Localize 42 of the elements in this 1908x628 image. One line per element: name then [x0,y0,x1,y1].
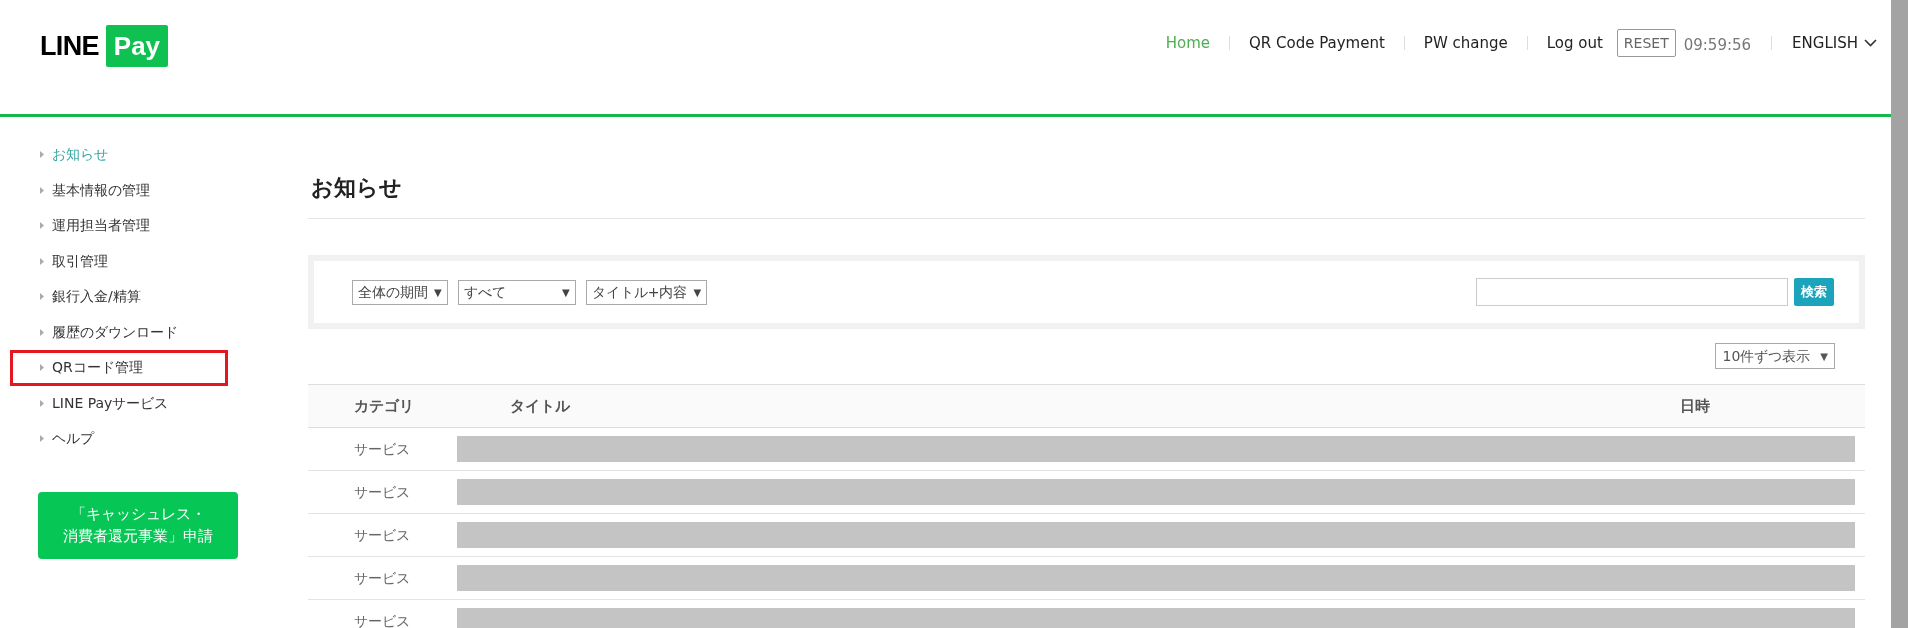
table-cell-text: サービス [354,482,411,502]
nav-link[interactable]: Log out [1546,31,1603,55]
filter-select[interactable]: タイトル+内容 ▼ [585,279,708,305]
triangle-icon [40,293,44,301]
sidebar-item[interactable]: QRコード管理 [10,350,228,386]
logo-badge: Pay [105,25,169,67]
triangle-icon [40,186,44,194]
sidebar-item[interactable]: ヘルプ [0,421,308,457]
page-title: お知らせ [308,117,1865,219]
triangle-icon [40,151,44,159]
triangle-icon [40,435,44,443]
column-header: カテゴリ [354,395,415,417]
triangle-icon [40,364,44,372]
table-cell-text: サービス [354,611,411,628]
reset-button[interactable]: RESET [1616,29,1676,57]
sidebar-item[interactable]: 取引管理 [0,243,308,279]
column-header: 日時 [1680,395,1710,417]
triangle-icon [40,328,44,336]
sidebar-item[interactable]: 履歴のダウンロード [0,314,308,350]
session-timer: 09:59:56 [1683,34,1752,56]
filter-select[interactable]: すべて ▼ [457,279,576,305]
sidebar-item[interactable]: 銀行入金/精算 [0,279,308,315]
column-header: タイトル [510,395,571,417]
search-field[interactable] [1476,278,1788,306]
page-size-select[interactable]: 10件ずつ表示 ▼ [1715,343,1835,369]
scrollbar[interactable] [1891,0,1908,628]
language-select[interactable]: ENGLISH [1792,31,1877,55]
table-cell-text: サービス [354,568,411,588]
line-pay-logo[interactable]: LINE Pay [40,25,169,67]
sidebar-item[interactable]: 運用担当者管理 [0,208,308,244]
triangle-icon [40,399,44,407]
table-cell-text: サービス [354,439,411,459]
filter-select[interactable]: 全体の期間 ▼ [352,279,448,305]
triangle-icon [40,222,44,230]
sidebar-item[interactable]: 基本情報の管理 [0,172,308,208]
logo-wordmark: LINE [40,29,99,63]
nav-link[interactable]: QR Code Payment [1249,31,1385,55]
sidebar-item[interactable]: LINE Payサービス [0,385,308,421]
table-cell-text: サービス [354,525,411,545]
nav-link[interactable]: PW change [1423,31,1508,55]
chevron-down-icon [1864,39,1877,47]
triangle-icon [40,257,44,265]
